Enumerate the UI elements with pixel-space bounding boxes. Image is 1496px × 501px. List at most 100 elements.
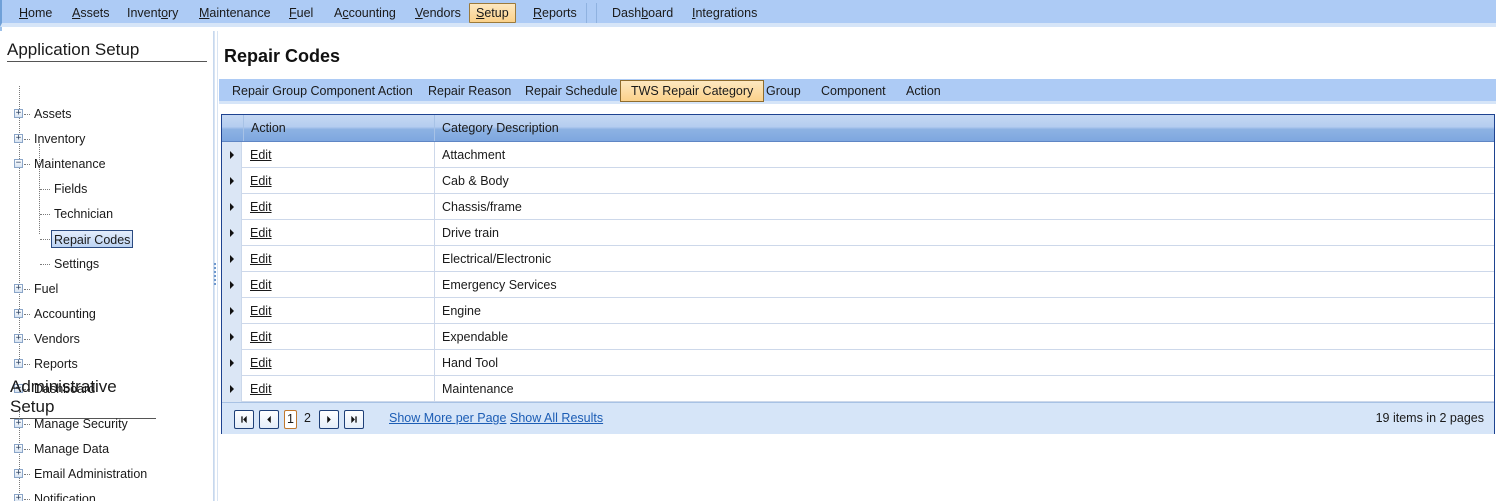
table-row[interactable]: Edit Cab & Body	[222, 168, 1494, 194]
menu-fuel[interactable]: Fuel	[282, 3, 320, 23]
row-indicator[interactable]	[222, 246, 242, 272]
table-row[interactable]: Edit Expendable	[222, 324, 1494, 350]
tree-item-accounting[interactable]: Accounting	[34, 305, 96, 323]
row-indicator[interactable]	[222, 324, 242, 350]
show-all-results-link[interactable]: Show All Results	[510, 411, 603, 425]
edit-link[interactable]: Edit	[250, 356, 272, 370]
tree-item-settings[interactable]: Settings	[54, 255, 99, 273]
next-page-icon	[327, 415, 331, 424]
row-indicator[interactable]	[222, 376, 242, 402]
table-row[interactable]: Edit Engine	[222, 298, 1494, 324]
tree-item-notification[interactable]: Notification	[34, 490, 96, 501]
tree-item-inventory[interactable]: Inventory	[34, 130, 85, 148]
menu-vendors[interactable]: Vendors	[408, 3, 468, 23]
menu-integrations[interactable]: Integrations	[685, 3, 764, 23]
edit-link[interactable]: Edit	[250, 148, 272, 162]
tws-repair-category-grid: Action Category Description Edit Attachme…	[221, 114, 1495, 434]
menu-assets[interactable]: Assets	[65, 3, 117, 23]
menu-reports[interactable]: Reports	[526, 3, 584, 23]
tree-line	[24, 164, 30, 165]
menu-label-rest: ry	[168, 6, 179, 20]
show-more-per-page-link[interactable]: Show More per Page	[389, 411, 506, 425]
menu-accel: H	[19, 6, 29, 20]
menu-maintenance[interactable]: Maintenance	[192, 3, 278, 23]
edit-link[interactable]: Edit	[250, 330, 272, 344]
row-indicator[interactable]	[222, 168, 242, 194]
tree-item-reports[interactable]: Reports	[34, 355, 78, 373]
tree-item-technician[interactable]: Technician	[54, 205, 113, 223]
table-row[interactable]: Edit Attachment	[222, 142, 1494, 168]
tab-repair-reason[interactable]: Repair Reason	[417, 80, 522, 102]
tree-item-vendors[interactable]: Vendors	[34, 330, 80, 348]
menu-inventory[interactable]: Inventory	[120, 3, 185, 23]
row-indicator[interactable]	[222, 272, 242, 298]
menu-label-rest: endors	[422, 6, 461, 20]
edit-link[interactable]: Edit	[250, 252, 272, 266]
tree-item-manage-data[interactable]: Manage Data	[34, 440, 109, 458]
last-page-button[interactable]	[344, 410, 364, 429]
previous-page-icon	[267, 415, 271, 424]
tab-repair-group-component-action[interactable]: Repair Group Component Action	[221, 80, 424, 102]
collapse-icon[interactable]: −	[14, 159, 23, 168]
previous-page-button[interactable]	[259, 410, 279, 429]
edit-link[interactable]: Edit	[250, 382, 272, 396]
first-page-button[interactable]	[234, 410, 254, 429]
table-row[interactable]: Edit Emergency Services	[222, 272, 1494, 298]
menu-label-rest: ssets	[80, 6, 110, 20]
tab-repair-schedule[interactable]: Repair Schedule	[514, 80, 628, 102]
expand-icon[interactable]: +	[14, 284, 23, 293]
expand-icon[interactable]: +	[14, 309, 23, 318]
tab-group[interactable]: Group	[755, 80, 812, 102]
menu-home[interactable]: Home	[12, 3, 59, 23]
tree-item-repair-codes[interactable]: Repair Codes	[51, 230, 134, 248]
table-row[interactable]: Edit Chassis/frame	[222, 194, 1494, 220]
column-header-category-description[interactable]: Category Description	[434, 115, 1494, 141]
edit-link[interactable]: Edit	[250, 304, 272, 318]
expand-icon[interactable]: +	[14, 359, 23, 368]
expand-icon[interactable]: +	[14, 469, 23, 478]
row-indicator[interactable]	[222, 350, 242, 376]
splitter-grip-icon[interactable]	[214, 263, 216, 285]
tree-line	[24, 139, 30, 140]
table-row[interactable]: Edit Drive train	[222, 220, 1494, 246]
row-arrow-icon	[230, 229, 234, 237]
tree-item-fuel[interactable]: Fuel	[34, 280, 58, 298]
menu-accel: R	[533, 6, 543, 20]
expand-icon[interactable]: +	[14, 334, 23, 343]
table-row[interactable]: Edit Electrical/Electronic	[222, 246, 1494, 272]
edit-link[interactable]: Edit	[250, 278, 272, 292]
row-indicator[interactable]	[222, 298, 242, 324]
menu-accel: o	[161, 6, 169, 20]
menu-dashboard[interactable]: Dashboard	[605, 3, 680, 23]
row-indicator[interactable]	[222, 142, 242, 168]
tree-item-fields[interactable]: Fields	[54, 180, 87, 198]
tab-tws-repair-category[interactable]: TWS Repair Category	[620, 80, 765, 102]
column-header-action[interactable]: Action	[243, 115, 434, 141]
table-row[interactable]: Edit Hand Tool	[222, 350, 1494, 376]
row-indicator[interactable]	[222, 220, 242, 246]
expand-icon[interactable]: +	[14, 134, 23, 143]
tree-item-assets[interactable]: Assets	[34, 105, 72, 123]
table-row[interactable]: Edit Maintenance	[222, 376, 1494, 402]
tree-item-email-administration[interactable]: Email Administration	[34, 465, 147, 483]
row-indicator[interactable]	[222, 194, 242, 220]
edit-link[interactable]: Edit	[250, 226, 272, 240]
tree-item-maintenance[interactable]: Maintenance	[34, 155, 106, 173]
page-number[interactable]: 2	[301, 410, 314, 429]
menu-setup[interactable]: Setup	[469, 3, 516, 23]
row-arrow-icon	[230, 359, 234, 367]
tab-action[interactable]: Action	[895, 80, 952, 102]
next-page-button[interactable]	[319, 410, 339, 429]
tab-component[interactable]: Component	[810, 80, 897, 102]
page-number-current[interactable]: 1	[284, 410, 297, 429]
edit-link[interactable]: Edit	[250, 174, 272, 188]
expand-icon[interactable]: +	[14, 109, 23, 118]
menu-label-pre: Invent	[127, 6, 162, 20]
edit-link[interactable]: Edit	[250, 200, 272, 214]
tree-item-manage-security[interactable]: Manage Security	[34, 415, 128, 433]
menu-accounting[interactable]: Accounting	[327, 3, 403, 23]
expand-icon[interactable]: +	[14, 419, 23, 428]
expand-icon[interactable]: +	[14, 494, 23, 501]
expand-icon[interactable]: +	[14, 444, 23, 453]
main-menu-bar: Home Assets Inventory Maintenance Fuel A…	[0, 0, 1496, 27]
